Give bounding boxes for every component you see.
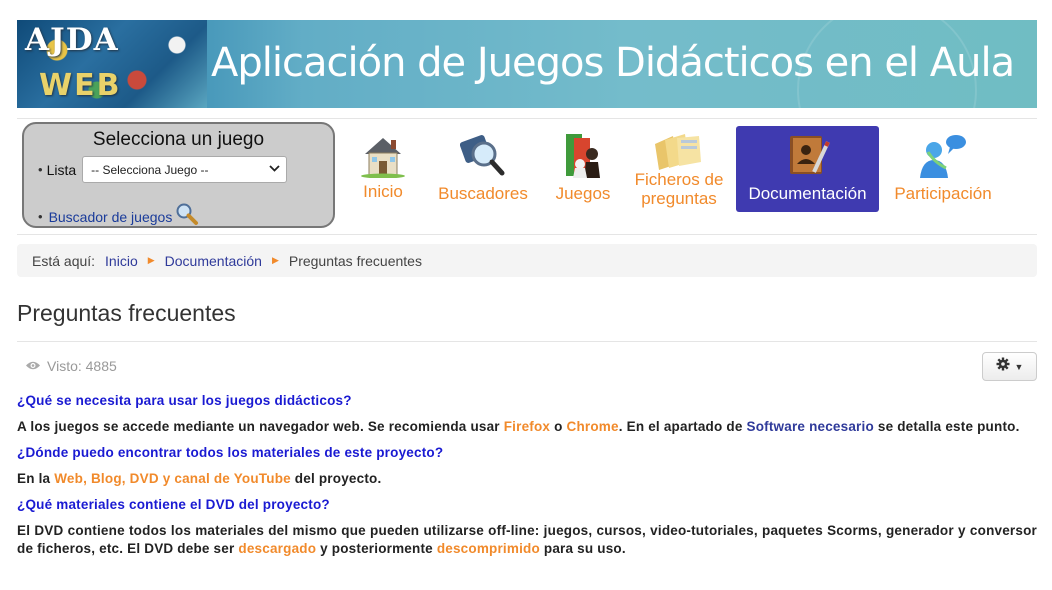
buscador-de-juegos-link[interactable]: Buscador de juegos — [49, 209, 173, 225]
breadcrumb-arrow-icon: ▶ — [147, 255, 155, 265]
banner-title: Aplicación de Juegos Didácticos en el Au… — [211, 40, 1015, 86]
folders-icon — [651, 130, 707, 175]
magnifier-icon[interactable] — [175, 202, 199, 231]
nav-label: Documentación — [748, 184, 867, 203]
divider — [17, 234, 1037, 235]
firefox-link[interactable]: Firefox — [504, 419, 550, 434]
user-chat-icon — [918, 132, 968, 185]
selector-title: Selecciona un juego — [92, 129, 265, 150]
nav-label: Participación — [894, 184, 992, 203]
faq-content: ¿Qué se necesita para usar los juegos di… — [17, 393, 1037, 567]
nav-ficheros-de-preguntas[interactable]: Ficheros de preguntas — [628, 126, 730, 212]
breadcrumb-current: Preguntas frecuentes — [288, 252, 422, 269]
faq-answer-2: En la Web, Blog, DVD y canal de YouTube … — [17, 471, 382, 486]
game-select-dropdown[interactable]: -- Selecciona Juego -- — [82, 156, 288, 183]
bullet: • — [38, 162, 43, 177]
logo-ajda: AJDA — [25, 22, 119, 58]
nav-label: Juegos — [555, 184, 611, 203]
bullet: • — [38, 209, 43, 224]
faq-answer-1: A los juegos se accede mediante un naveg… — [17, 419, 1020, 434]
breadcrumb-link-inicio[interactable]: Inicio — [105, 253, 138, 269]
logo-web: WEB — [39, 68, 122, 103]
magnifier-icon — [459, 132, 506, 183]
nav-inicio[interactable]: Inicio — [348, 126, 418, 212]
lista-row: • Lista -- Selecciona Juego -- — [38, 156, 288, 183]
nav-juegos[interactable]: Juegos — [548, 126, 618, 212]
descargado-link[interactable]: descargado — [238, 541, 316, 556]
article-options-button[interactable]: ▼ — [982, 352, 1037, 381]
faq-question-2[interactable]: ¿Dónde puedo encontrar todos los materia… — [17, 445, 1037, 460]
divider — [17, 341, 1037, 342]
chevron-down-icon — [269, 164, 280, 175]
descomprimido-link[interactable]: descomprimido — [437, 541, 540, 556]
web-blog-dvd-youtube-link[interactable]: Web, Blog, DVD y canal de YouTube — [54, 471, 291, 486]
chess-icon — [560, 132, 606, 185]
gear-icon — [996, 357, 1010, 376]
nav-label: Ficheros de preguntas — [634, 170, 724, 208]
view-count-text: Visto: 4885 — [47, 358, 117, 374]
view-count: Visto: 4885 — [25, 358, 117, 374]
chrome-link[interactable]: Chrome — [567, 419, 619, 434]
book-icon — [784, 132, 832, 183]
software-necesario-link[interactable]: Software necesario — [747, 419, 874, 434]
faq-answer-3: El DVD contiene todos los materiales del… — [17, 523, 1037, 556]
nav-buscadores[interactable]: Buscadores — [432, 126, 534, 212]
nav-label: Inicio — [363, 182, 403, 201]
divider — [17, 118, 1037, 119]
lista-label: Lista — [46, 161, 77, 178]
select-value: -- Selecciona Juego -- — [91, 162, 209, 177]
breadcrumb-prefix: Está aquí: — [32, 252, 96, 269]
eye-icon — [25, 358, 41, 374]
page-title: Preguntas frecuentes — [17, 300, 236, 326]
nav-label: Buscadores — [438, 184, 528, 203]
buscador-row: • Buscador de juegos — [38, 202, 199, 231]
caret-down-icon: ▼ — [1014, 361, 1024, 372]
breadcrumb-arrow-icon: ▶ — [271, 255, 279, 265]
breadcrumb: Está aquí: Inicio ▶ Documentación ▶ Preg… — [17, 244, 1037, 277]
breadcrumb-link-documentacion[interactable]: Documentación — [165, 253, 262, 269]
faq-question-3[interactable]: ¿Qué materiales contiene el DVD del proy… — [17, 497, 1037, 512]
game-selector-box: Selecciona un juego • Lista -- Seleccion… — [22, 122, 335, 228]
faq-question-1[interactable]: ¿Qué se necesita para usar los juegos di… — [17, 393, 1037, 408]
nav-documentacion[interactable]: Documentación — [736, 126, 879, 212]
house-icon — [359, 132, 407, 183]
site-banner[interactable]: AJDA WEB Aplicación de Juegos Didácticos… — [17, 20, 1037, 108]
nav-participacion[interactable]: Participación — [892, 126, 994, 212]
